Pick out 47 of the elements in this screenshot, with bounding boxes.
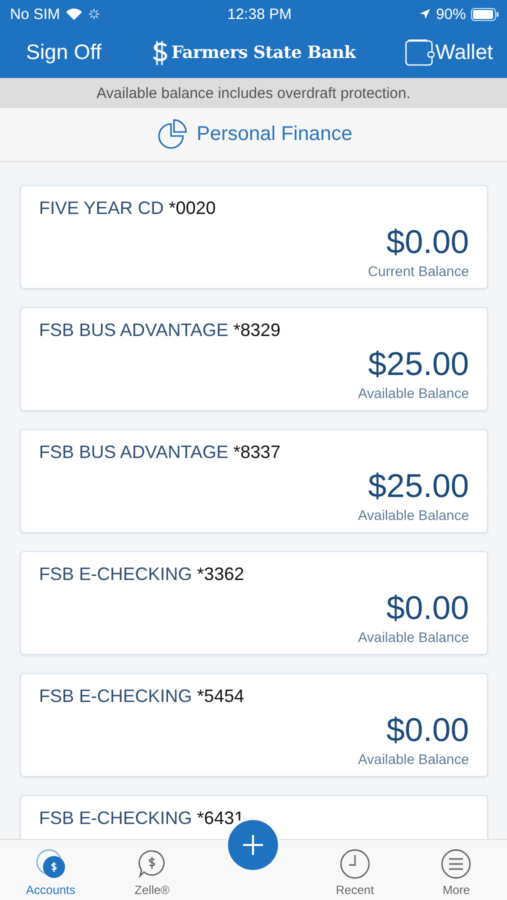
location-icon (418, 8, 431, 20)
account-card[interactable]: FIVE YEAR CD *0020 $0.00 Current Balance (20, 185, 488, 289)
account-name: FIVE YEAR CD (39, 198, 164, 218)
tab-bar-item[interactable]: Zelle® (101, 840, 203, 900)
balance-label: Available Balance (358, 629, 469, 645)
wifi-icon (65, 7, 84, 21)
balance-amount: $25.00 (368, 345, 469, 383)
balance-amount: $0.00 (386, 589, 469, 627)
wallet-icon (405, 38, 436, 68)
dollar-icon (34, 848, 67, 880)
battery-icon (470, 8, 499, 20)
menu-icon (440, 848, 472, 880)
account-number: *3362 (197, 564, 244, 584)
carrier-text: No SIM (10, 6, 60, 22)
account-name: FSB E-CHECKING (39, 564, 192, 584)
overdraft-notice: Available balance includes overdraft protection. (0, 78, 507, 108)
balance-label: Current Balance (368, 263, 469, 279)
account-card[interactable]: FSB E-CHECKING *5454 $0.00 Available Balance (20, 673, 488, 777)
account-number: *8329 (233, 320, 280, 340)
balance-amount: $0.00 (386, 223, 469, 261)
tab-bar-item[interactable]: More (406, 840, 507, 900)
plus-icon (241, 833, 266, 857)
account-card[interactable]: FSB BUS ADVANTAGE *8337 $25.00 Available Balance (20, 429, 488, 533)
battery-percent: 90% (436, 6, 466, 22)
balance-label: Available Balance (358, 507, 469, 523)
account-name: FSB BUS ADVANTAGE (39, 442, 228, 462)
account-number: *5454 (197, 686, 244, 706)
balance-amount: $0.00 (386, 711, 469, 749)
tab-bar-item[interactable]: Recent (304, 840, 406, 900)
balance-amount: $25.00 (368, 467, 469, 505)
account-name: FSB E-CHECKING (39, 686, 192, 706)
account-number: *8337 (233, 442, 280, 462)
balance-label: Available Balance (358, 751, 469, 767)
account-name: FSB E-CHECKING (39, 808, 192, 828)
bank-logo-icon (151, 40, 170, 66)
clock-time: 12:38 PM (227, 6, 292, 22)
tab-bar-item[interactable]: Accounts (0, 840, 102, 900)
account-name: FSB BUS ADVANTAGE (39, 320, 228, 340)
bank-name: Farmers State Bank (171, 43, 356, 63)
wallet-button[interactable]: Wallet (405, 38, 493, 68)
account-number: *0020 (168, 198, 216, 218)
account-card[interactable]: FSB E-CHECKING *3362 $0.00 Available Balance (20, 551, 488, 655)
sign-off-button[interactable]: Sign Off (26, 41, 102, 65)
account-card[interactable]: FSB BUS ADVANTAGE *8329 $25.00 Available Balance (20, 307, 488, 411)
activity-icon (88, 8, 100, 20)
balance-label: Available Balance (358, 385, 469, 401)
clock-icon (338, 848, 371, 880)
